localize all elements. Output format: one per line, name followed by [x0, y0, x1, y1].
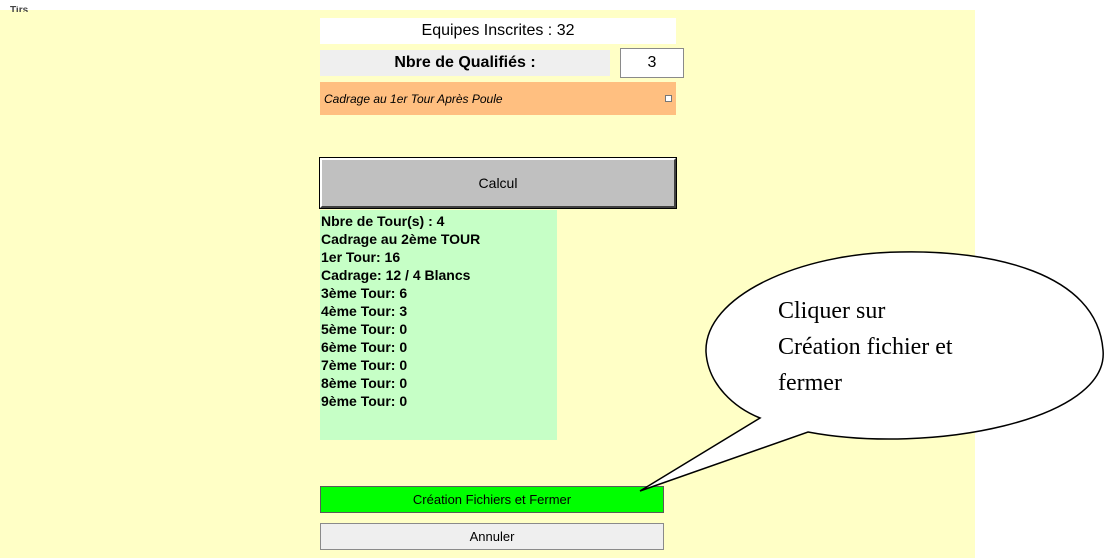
dialog-panel: Tirs Equipes Inscrites : 32 Nbre de Qual…	[0, 6, 975, 558]
teams-registered-label: Equipes Inscrites : 32	[320, 18, 676, 44]
callout-line: fermer	[778, 370, 842, 396]
result-line: Cadrage: 12 / 4 Blancs	[321, 267, 471, 283]
result-line: 7ème Tour: 0	[321, 357, 408, 373]
result-line: 8ème Tour: 0	[321, 375, 408, 391]
result-line: 9ème Tour: 0	[321, 393, 408, 409]
result-line: 1er Tour: 16	[321, 249, 401, 265]
results-panel: Nbre de Tour(s) : 4 Cadrage au 2ème TOUR…	[320, 210, 557, 440]
result-line: 3ème Tour: 6	[321, 285, 408, 301]
create-files-and-close-button[interactable]: Création Fichiers et Fermer	[320, 486, 664, 513]
result-line: 6ème Tour: 0	[321, 339, 408, 355]
calcul-button[interactable]: Calcul	[319, 157, 677, 209]
cadrage-checkbox[interactable]	[665, 95, 672, 102]
result-line: Cadrage au 2ème TOUR	[321, 231, 481, 247]
result-line: 4ème Tour: 3	[321, 303, 408, 319]
screen: Tirs Equipes Inscrites : 32 Nbre de Qual…	[0, 0, 1112, 558]
callout-line: Création fichier et	[778, 334, 953, 360]
result-line: Nbre de Tour(s) : 4	[321, 213, 445, 229]
qualified-count-input[interactable]: 3	[620, 48, 684, 78]
callout-line: Cliquer sur	[778, 298, 886, 324]
result-line: 5ème Tour: 0	[321, 321, 408, 337]
cadrage-option-label: Cadrage au 1er Tour Après Poule	[324, 91, 503, 106]
cadrage-first-round-option[interactable]: Cadrage au 1er Tour Après Poule	[320, 82, 676, 115]
qualified-count-label: Nbre de Qualifiés :	[320, 50, 610, 76]
cancel-button[interactable]: Annuler	[320, 523, 664, 550]
window-title: Tirs	[10, 6, 29, 12]
callout-text: Cliquer sur Création fichier et fermer	[778, 293, 1078, 401]
